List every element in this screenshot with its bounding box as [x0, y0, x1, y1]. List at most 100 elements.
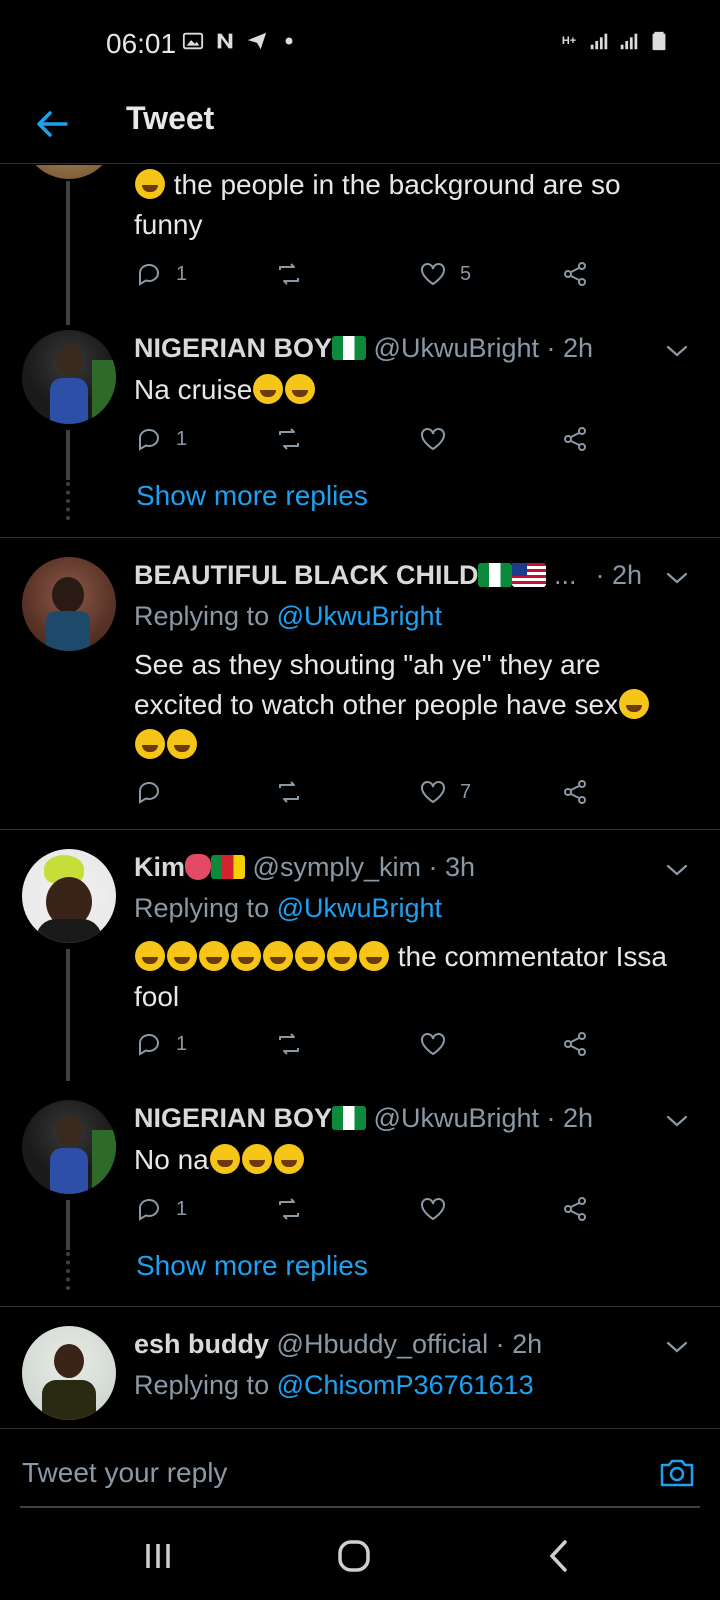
cameroon-flag-emoji	[211, 855, 246, 879]
display-name[interactable]: NIGERIAN BOY	[134, 333, 332, 363]
share-icon	[564, 427, 586, 451]
replying-to-link[interactable]: @UkwuBright	[277, 893, 442, 923]
chevron-down-icon[interactable]	[664, 338, 690, 364]
avatar[interactable]	[22, 1100, 116, 1194]
reply-icon	[138, 428, 159, 451]
tweet-header: NIGERIAN BOY @UkwuBright · 2h	[134, 333, 660, 364]
avatar[interactable]	[22, 165, 116, 179]
handle[interactable]: @Hbuddy_official	[277, 1329, 489, 1359]
reply-button[interactable]: 1	[134, 1194, 187, 1224]
rofl-emoji	[135, 729, 165, 759]
status-time: 06:01	[106, 28, 177, 59]
share-icon	[564, 262, 586, 286]
like-button[interactable]: 5	[418, 259, 471, 289]
avatar[interactable]	[22, 557, 116, 651]
retweet-icon	[279, 781, 299, 803]
share-button[interactable]	[560, 259, 590, 289]
telegram-icon	[246, 30, 268, 52]
reply-icon	[138, 1198, 159, 1221]
retweet-button[interactable]	[274, 424, 304, 454]
status-bar: 06:01 H+	[0, 0, 720, 90]
reply-feed[interactable]: the people in the background are so funn…	[0, 165, 720, 1427]
tweet-item[interactable]: the people in the background are so funn…	[0, 165, 720, 325]
replying-to-link[interactable]: @ChisomP36761613	[277, 1370, 534, 1400]
replying-to-link[interactable]: @UkwuBright	[277, 601, 442, 631]
signal-icon	[588, 30, 610, 52]
handle[interactable]: @symply_kim	[253, 852, 421, 882]
tweet-item[interactable]: NIGERIAN BOY @UkwuBright · 2h Na cruise …	[0, 330, 720, 537]
tweet-header: Kim @symply_kim · 3h	[134, 852, 660, 883]
tweet-item[interactable]: NIGERIAN BOY @UkwuBright · 2h No na 1 Sh…	[0, 1100, 720, 1306]
reply-button[interactable]: 1	[134, 424, 187, 454]
rofl-emoji	[253, 374, 284, 404]
tweet-item[interactable]: BEAUTIFUL BLACK CHILD ... · 2h Replying …	[0, 557, 720, 829]
avatar[interactable]	[22, 1326, 116, 1420]
tweet-item[interactable]: Kim @symply_kim · 3h Replying to @UkwuBr…	[0, 849, 720, 1081]
like-button[interactable]	[418, 424, 448, 454]
tweet-header: esh buddy @Hbuddy_official · 2h	[134, 1329, 660, 1360]
like-button[interactable]: 7	[418, 777, 471, 807]
chevron-down-icon[interactable]	[664, 565, 690, 591]
status-icons-right: H+	[558, 30, 670, 52]
tweet-body: the commentator Issa fool	[134, 941, 668, 1012]
reply-count: 1	[176, 1197, 188, 1220]
reply-input[interactable]: Tweet your reply	[22, 1457, 227, 1489]
recents-icon[interactable]	[138, 1536, 178, 1576]
avatar[interactable]	[22, 849, 116, 943]
timestamp: · 2h	[546, 333, 594, 363]
joy-emoji	[263, 941, 293, 971]
chevron-down-icon[interactable]	[664, 1334, 690, 1360]
thread-line	[66, 949, 70, 1081]
rofl-emoji	[167, 729, 197, 759]
share-button[interactable]	[560, 1029, 590, 1059]
share-button[interactable]	[560, 1194, 590, 1224]
tweet-body: the people in the background are so funn…	[134, 169, 621, 240]
like-button[interactable]	[418, 1194, 448, 1224]
reply-icon	[138, 1033, 159, 1056]
display-name[interactable]: BEAUTIFUL BLACK CHILD	[134, 560, 478, 590]
avatar[interactable]	[22, 330, 116, 424]
like-count: 5	[460, 262, 472, 285]
reply-composer: Tweet your reply	[0, 1428, 720, 1508]
display-name[interactable]: NIGERIAN BOY	[134, 1103, 332, 1133]
display-name[interactable]: Kim	[134, 852, 185, 882]
retweet-button[interactable]	[274, 1194, 304, 1224]
show-more-replies-link[interactable]: Show more replies	[136, 480, 368, 512]
like-button[interactable]	[418, 1029, 448, 1059]
reply-button[interactable]	[134, 777, 164, 807]
display-name[interactable]: esh buddy	[134, 1329, 269, 1359]
joy-emoji	[231, 941, 261, 971]
arrow-left-icon[interactable]	[32, 104, 72, 144]
chevron-down-icon[interactable]	[664, 857, 690, 883]
camera-icon[interactable]	[658, 1453, 696, 1491]
joy-emoji	[295, 941, 325, 971]
like-count: 7	[460, 780, 472, 803]
joy-emoji	[135, 941, 165, 971]
handle[interactable]: @UkwuBright	[374, 1103, 539, 1133]
thread-line	[66, 181, 70, 325]
replying-to: Replying to @ChisomP36761613	[134, 1370, 534, 1400]
dot-icon	[278, 30, 300, 52]
share-button[interactable]	[560, 424, 590, 454]
back-icon[interactable]	[540, 1536, 580, 1576]
tweet-item[interactable]: esh buddy @Hbuddy_official · 2h Replying…	[0, 1326, 720, 1427]
home-icon[interactable]	[334, 1536, 374, 1576]
reply-button[interactable]: 1	[134, 259, 187, 289]
timestamp: · 2h	[546, 1103, 594, 1133]
handle[interactable]: @UkwuBright	[374, 333, 539, 363]
reply-count: 1	[176, 1032, 188, 1055]
chevron-down-icon[interactable]	[664, 1108, 690, 1134]
tweet-actions: 1	[134, 1029, 604, 1065]
retweet-button[interactable]	[274, 1029, 304, 1059]
reply-button[interactable]: 1	[134, 1029, 187, 1059]
heart-icon	[421, 1033, 445, 1056]
retweet-button[interactable]	[274, 777, 304, 807]
tweet-header: NIGERIAN BOY @UkwuBright · 2h	[134, 1103, 660, 1134]
show-more-replies-link[interactable]: Show more replies	[136, 1250, 368, 1282]
tweet-header: BEAUTIFUL BLACK CHILD ...	[134, 560, 660, 591]
retweet-button[interactable]	[274, 259, 304, 289]
tweet-body: See as they shouting "ah ye" they are ex…	[134, 645, 680, 765]
joy-emoji	[327, 941, 357, 971]
heart-icon	[421, 781, 445, 804]
share-button[interactable]	[560, 777, 590, 807]
